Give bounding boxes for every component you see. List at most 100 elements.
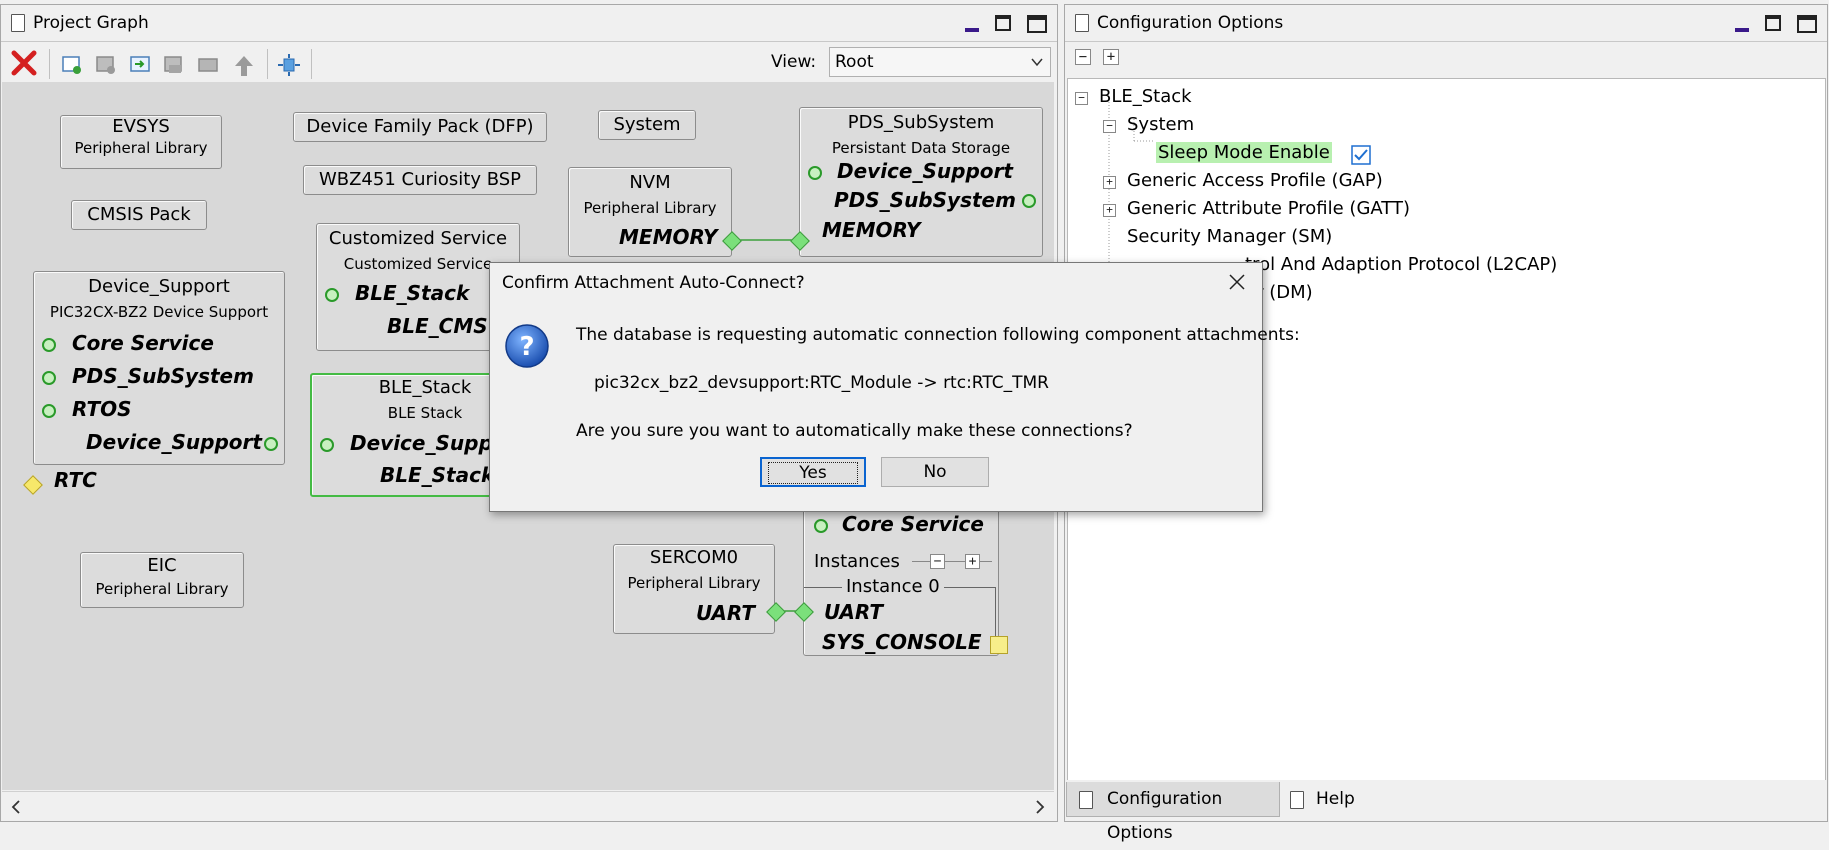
checkbox-checked-icon[interactable] [1351,145,1371,170]
port-status-icon [808,166,822,180]
port-ble-stack[interactable]: BLE_Stack [355,281,469,305]
node-pds-subsystem[interactable]: PDS_SubSystem Persistant Data Storage De… [799,107,1043,257]
view-label: View: [771,52,817,72]
delete-icon[interactable] [11,50,37,76]
node-system[interactable]: System [598,110,696,140]
node-title: PDS_SubSystem [847,112,995,133]
port-status-icon [814,519,828,533]
port-pds-subsystem[interactable]: PDS_SubSystem [72,364,254,388]
node-title: EVSYS [112,116,170,137]
node-title: System [613,114,681,135]
close-icon[interactable] [1228,273,1246,296]
folder-icon[interactable] [197,54,219,74]
document-icon [1079,791,1093,809]
tree-item-system[interactable]: System [1127,114,1194,135]
port-uart[interactable]: UART [696,601,755,625]
minimize-button[interactable] [1731,13,1753,35]
port-ble-cms[interactable]: BLE_CMS [387,314,488,338]
question-icon: ? [504,323,550,374]
config-titlebar: Configuration Options [1065,5,1827,42]
document-icon [11,14,25,32]
node-sercom0[interactable]: SERCOM0 Peripheral Library UART [613,544,775,634]
port-status-icon [320,438,334,452]
new-icon[interactable] [61,54,83,74]
node-subtitle: PIC32CX-BZ2 Device Support [49,303,269,321]
node-wbz451-bsp[interactable]: WBZ451 Curiosity BSP [303,165,537,195]
expand-toggle[interactable]: + [1103,204,1116,217]
port-device-support[interactable]: Device_Support [86,430,262,454]
dialog-connection: pic32cx_bz2_devsupport:RTC_Module -> rtc… [594,373,1049,393]
restore-button[interactable] [1763,13,1785,35]
maximize-button[interactable] [1795,13,1817,35]
node-evsys[interactable]: EVSYS Peripheral Library [60,115,222,169]
port-rtos[interactable]: RTOS [72,397,132,421]
minimize-icon [1735,28,1749,32]
maximize-button[interactable] [1025,13,1047,35]
tab-label: Configuration Options [1107,789,1223,843]
scroll-right-icon[interactable] [1034,799,1046,819]
tree-item-gap[interactable]: Generic Access Profile (GAP) [1127,170,1383,191]
port-device-support[interactable]: Device_Support [837,159,1013,183]
port-status-icon [42,371,56,385]
port-rtc[interactable]: RTC [54,468,97,492]
node-nvm[interactable]: NVM Peripheral Library MEMORY [568,167,732,257]
tree-item-sleep-mode[interactable]: Sleep Mode Enable [1156,142,1332,163]
node-subtitle: Peripheral Library [583,199,717,217]
port-memory[interactable]: MEMORY [619,225,718,249]
project-graph-titlebar: Project Graph [1,5,1057,42]
dialog-title: Confirm Attachment Auto-Connect? [502,273,805,293]
restore-button[interactable] [993,13,1015,35]
node-cmsis-pack[interactable]: CMSIS Pack [71,200,207,230]
restore-icon [1765,15,1781,31]
remove-instance-button[interactable]: − [930,554,945,569]
collapse-all-button[interactable]: − [1075,49,1091,65]
port-core-service[interactable]: Core Service [842,512,984,536]
fit-icon[interactable] [277,54,300,76]
collapse-toggle[interactable]: − [1075,92,1088,105]
collapse-toggle[interactable]: − [1103,120,1116,133]
import-icon[interactable] [129,54,151,74]
port-memory[interactable]: MEMORY [822,218,921,242]
port-pds-subsystem[interactable]: PDS_SubSystem [834,188,1016,212]
port-uart[interactable]: UART [824,600,883,624]
document-icon [1290,791,1304,809]
minimize-button[interactable] [961,13,983,35]
port-status-icon [325,288,339,302]
node-title: Customized Service [328,228,508,249]
tree-item-sm[interactable]: Security Manager (SM) [1127,226,1332,247]
export-icon[interactable] [163,54,185,74]
add-instance-button[interactable]: + [965,554,980,569]
up-icon[interactable] [233,54,255,76]
node-subtitle: Peripheral Library [74,139,208,157]
config-bottom-tabs: Configuration Options Help [1066,780,1826,843]
node-title: Device Family Pack (DFP) [306,116,534,137]
view-select[interactable]: Root [829,47,1051,77]
tab-configuration-options[interactable]: Configuration Options [1066,782,1280,843]
port-connector-sys-console[interactable] [990,636,1008,654]
node-device-family-pack[interactable]: Device Family Pack (DFP) [293,112,547,142]
expand-all-button[interactable]: + [1103,49,1119,65]
no-button[interactable]: No [881,457,989,487]
toolbar-separator [311,49,312,79]
toolbar-separator [49,49,50,79]
node-device-support[interactable]: Device_Support PIC32CX-BZ2 Device Suppor… [33,271,285,465]
node-title: SERCOM0 [649,547,739,568]
node-subtitle: Persistant Data Storage [831,139,1011,157]
tree-item-ble-stack[interactable]: BLE_Stack [1099,86,1192,107]
node-eic[interactable]: EIC Peripheral Library [80,552,244,608]
restore-icon [995,15,1011,31]
tree-item-l2cap[interactable]: trol And Adaption Protocol (L2CAP) [1245,254,1557,275]
tab-help[interactable]: Help [1282,782,1368,816]
node-title: Device_Support [88,276,230,297]
save-icon[interactable] [95,54,117,74]
chevron-down-icon [1030,54,1044,74]
expand-toggle[interactable]: + [1103,176,1116,189]
node-title: CMSIS Pack [87,204,191,225]
port-core-service[interactable]: Core Service [72,331,214,355]
scroll-left-icon[interactable] [10,799,22,819]
horizontal-scrollbar[interactable] [2,791,1054,820]
port-ble-stack[interactable]: BLE_Stack [380,463,494,487]
port-sys-console[interactable]: SYS_CONSOLE [822,630,982,654]
tree-item-gatt[interactable]: Generic Attribute Profile (GATT) [1127,198,1410,219]
yes-button[interactable]: Yes [760,457,866,487]
